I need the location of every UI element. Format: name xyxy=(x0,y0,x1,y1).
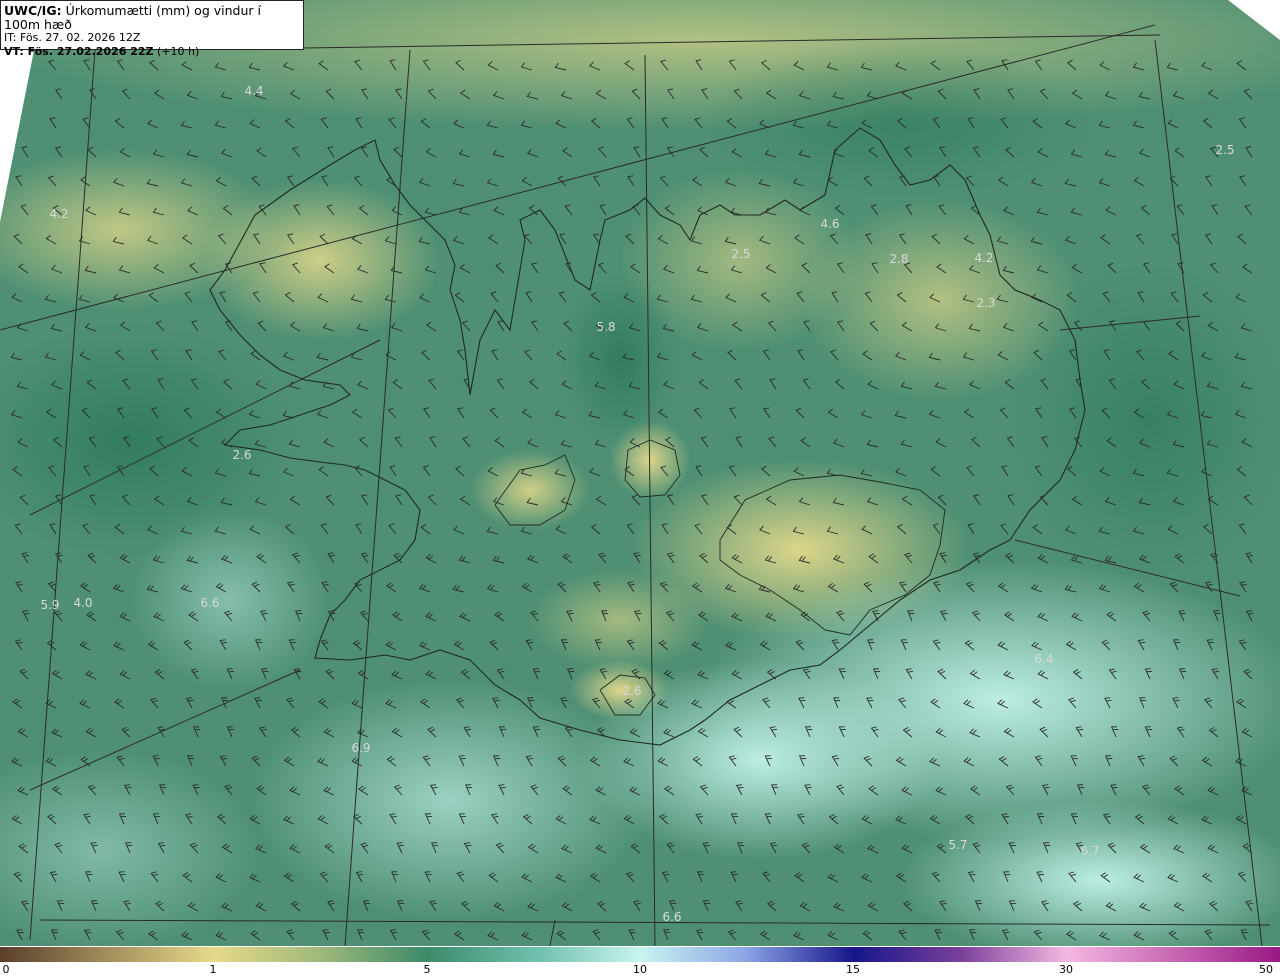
colorbar xyxy=(0,947,1280,962)
value-label: 4.2 xyxy=(49,207,69,221)
colorbar-tick: 5 xyxy=(423,963,431,976)
value-label: 6.9 xyxy=(351,741,371,755)
precipitation-map xyxy=(0,0,1280,962)
value-label: 2.8 xyxy=(889,252,909,266)
colorbar-tick: 10 xyxy=(633,963,647,976)
value-label: 2.6 xyxy=(232,448,252,462)
value-label: 4.2 xyxy=(974,251,994,265)
value-label: 5.8 xyxy=(596,320,616,334)
value-label: 2.3 xyxy=(976,296,996,310)
value-label: 5.7 xyxy=(948,838,968,852)
value-label: 5.9 xyxy=(40,598,60,612)
colorbar-tick: 0 xyxy=(2,963,10,976)
value-label: 6.6 xyxy=(200,596,220,610)
map-header: UWC/IG: Úrkomumætti (mm) og vindur í 100… xyxy=(0,0,304,58)
value-label: 4.4 xyxy=(244,84,264,98)
value-label: 4.0 xyxy=(73,596,93,610)
value-label: 6.6 xyxy=(662,910,682,924)
value-label: 4.6 xyxy=(820,217,840,231)
valid-time: VT: Fös. 27.02.2026 22Z xyxy=(4,44,154,58)
value-label: 6.7 xyxy=(1080,844,1100,858)
value-label: 2.6 xyxy=(622,684,642,698)
value-label: 2.5 xyxy=(1215,143,1235,157)
colorbar-tick: 50 xyxy=(1259,963,1273,976)
colorbar-tick: 30 xyxy=(1059,963,1073,976)
valid-offset: (+10 h) xyxy=(153,44,200,58)
init-time: IT: Fös. 27. 02. 2026 12Z xyxy=(4,31,141,44)
colorbar-tick: 1 xyxy=(209,963,217,976)
value-label: 6.4 xyxy=(1034,652,1054,666)
value-label: 2.5 xyxy=(731,247,751,261)
colorbar-tick: 15 xyxy=(846,963,860,976)
